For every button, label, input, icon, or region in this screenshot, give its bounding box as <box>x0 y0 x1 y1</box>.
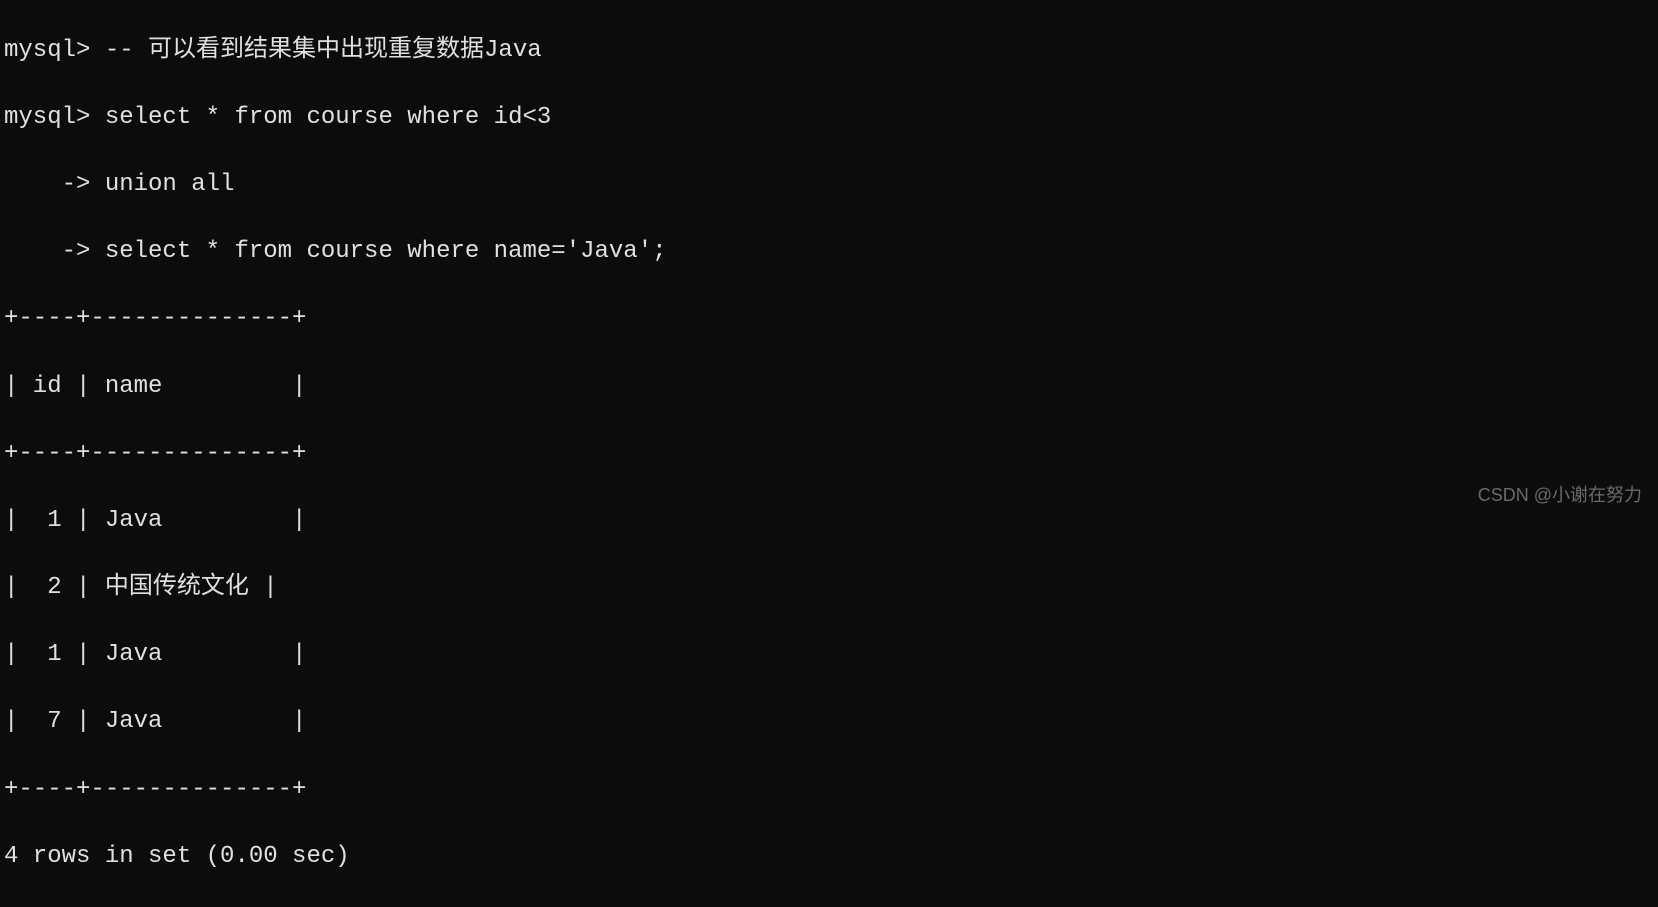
terminal-line: -> select * from course where name='Java… <box>4 235 1654 269</box>
table-border: +----+--------------+ <box>4 437 1654 471</box>
table-row: | 1 | Java | <box>4 638 1654 672</box>
table-row: | 2 | 中国传统文化 | <box>4 571 1654 605</box>
table-border: +----+--------------+ <box>4 773 1654 807</box>
table-border: +----+--------------+ <box>4 302 1654 336</box>
table-header: | id | name | <box>4 370 1654 404</box>
result-summary: 4 rows in set (0.00 sec) <box>4 840 1654 874</box>
terminal-line: -> union all <box>4 168 1654 202</box>
mysql-terminal[interactable]: mysql> -- 可以看到结果集中出现重复数据Java mysql> sele… <box>0 0 1658 907</box>
watermark: CSDN @小谢在努力 <box>1478 483 1642 508</box>
table-row: | 1 | Java | <box>4 504 1654 538</box>
terminal-line: mysql> select * from course where id<3 <box>4 101 1654 135</box>
terminal-line: mysql> -- 可以看到结果集中出现重复数据Java <box>4 34 1654 68</box>
table-row: | 7 | Java | <box>4 705 1654 739</box>
